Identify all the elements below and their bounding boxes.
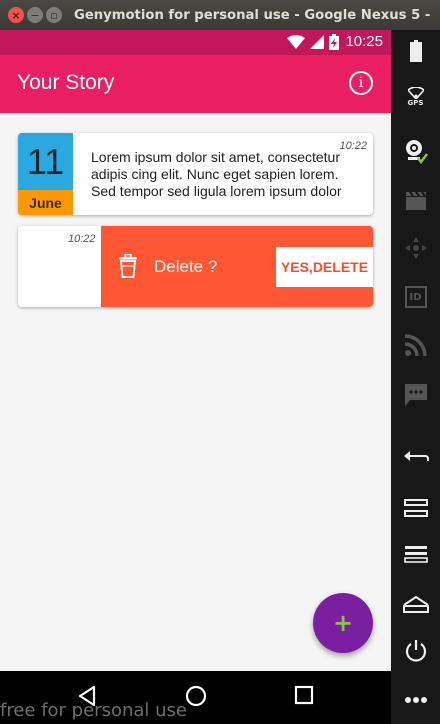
story-date-month: June [18, 190, 73, 215]
window-title: Genymotion for personal use - Google Nex… [74, 7, 434, 23]
maximize-window-button[interactable]: ▫ [46, 7, 62, 23]
status-time: 10:25 [345, 33, 383, 50]
story-text: Lorem ipsum dolor sit amet, consectetur … [91, 149, 342, 199]
battery-icon [329, 34, 339, 50]
android-screen: 10:25 Your Story i 11 June 10:22 Lorem i… [0, 30, 391, 671]
wifi-icon [287, 35, 305, 49]
story-time: 10:22 [68, 233, 96, 245]
rss-icon[interactable] [391, 332, 440, 358]
more-icon[interactable] [391, 690, 440, 710]
status-bar: 10:25 [0, 30, 391, 55]
app-title: Your Story [17, 71, 115, 94]
story-card-swiped[interactable]: 10:22 Delete ? YES,DELETE [18, 226, 373, 307]
home-icon[interactable] [391, 592, 440, 616]
app-bar: Your Story i [0, 55, 391, 113]
confirm-delete-button[interactable]: YES,DELETE [276, 247, 373, 287]
webcam-icon[interactable] [391, 136, 440, 166]
id-label: ID [404, 286, 427, 308]
delete-prompt: Delete ? [154, 257, 218, 276]
sms-icon[interactable] [391, 382, 440, 408]
power-icon[interactable] [391, 638, 440, 664]
gps-label: GPS [407, 99, 424, 107]
battery-icon[interactable] [391, 38, 440, 64]
dpad-icon[interactable] [391, 235, 440, 261]
trash-icon [119, 254, 137, 278]
back-icon[interactable] [391, 444, 440, 468]
signal-icon [310, 35, 324, 49]
window-titlebar: × − ▫ Genymotion for personal use - Goog… [0, 0, 440, 30]
info-icon[interactable]: i [349, 71, 373, 95]
genymotion-window: × − ▫ Genymotion for personal use - Goog… [0, 0, 440, 724]
status-icons [287, 34, 339, 50]
recents-icon[interactable] [294, 685, 314, 705]
story-date-day: 11 [18, 133, 73, 190]
add-story-fab[interactable]: + [313, 593, 373, 653]
id-icon[interactable]: ID [391, 284, 440, 310]
watermark-text: free for personal use [0, 700, 187, 721]
menu-icon[interactable] [391, 542, 440, 566]
story-card[interactable]: 11 June 10:22 Lorem ipsum dolor sit amet… [18, 133, 373, 215]
close-window-button[interactable]: × [8, 7, 24, 23]
rotate-icon[interactable] [391, 496, 440, 520]
delete-swipe-panel: Delete ? YES,DELETE [101, 226, 373, 307]
home-icon[interactable] [185, 685, 207, 707]
gps-icon[interactable]: GPS [391, 82, 440, 112]
clapper-icon[interactable] [391, 188, 440, 214]
minimize-window-button[interactable]: − [27, 7, 43, 23]
genymotion-toolbar: GPS ID [391, 30, 440, 724]
